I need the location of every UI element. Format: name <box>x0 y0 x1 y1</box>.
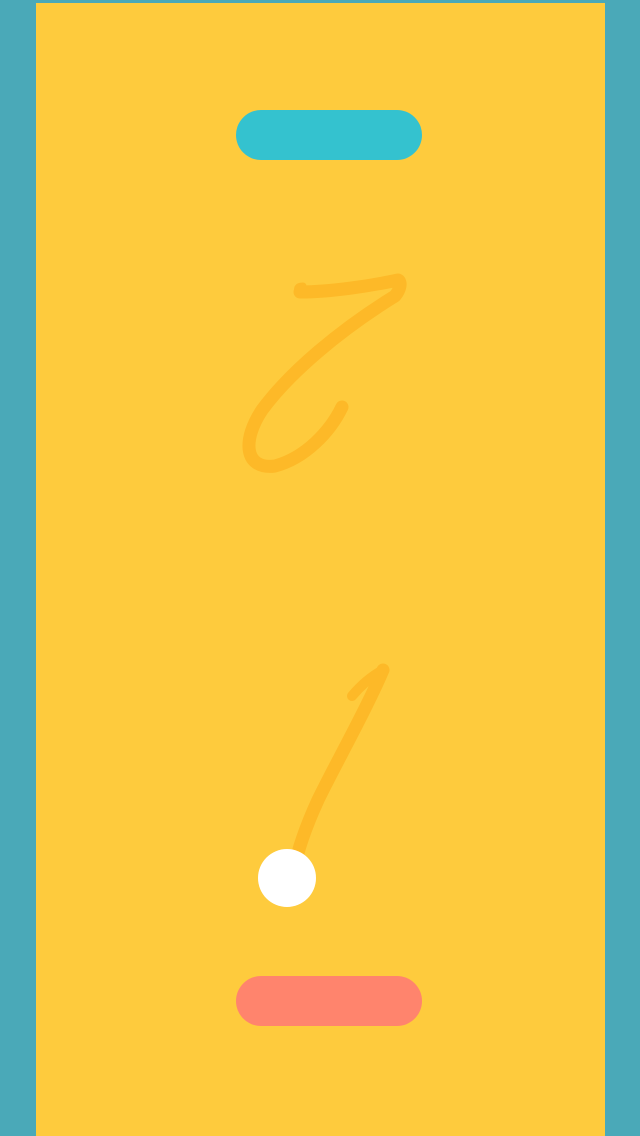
player-paddle[interactable] <box>236 976 422 1026</box>
score-display <box>242 273 407 877</box>
opponent-score <box>242 273 407 473</box>
ball <box>258 849 316 907</box>
player-score <box>287 663 390 877</box>
game-screen[interactable]: 7 1 <box>0 0 640 1136</box>
